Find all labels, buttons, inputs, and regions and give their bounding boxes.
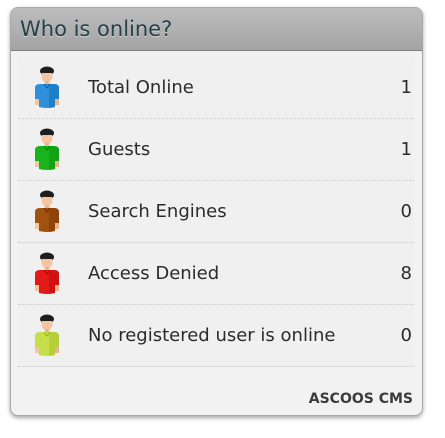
user-blue-icon — [26, 65, 70, 111]
stat-count: 1 — [400, 77, 412, 98]
stat-count: 1 — [400, 139, 412, 160]
stat-row-no-registered-users: No registered user is online 0 — [18, 305, 414, 367]
stat-row-total-online: Total Online 1 — [18, 57, 414, 119]
user-yellow-icon — [26, 313, 70, 359]
stat-label: Search Engines — [88, 201, 227, 222]
stat-count: 8 — [400, 263, 412, 284]
widget-title: Who is online? — [20, 17, 173, 41]
widget-header: Who is online? — [11, 8, 422, 51]
stat-count: 0 — [400, 201, 412, 222]
user-green-icon — [26, 127, 70, 173]
online-stats-list: Total Online 1 Guests 1 Search Engines 0… — [18, 57, 414, 367]
user-red-icon — [26, 251, 70, 297]
stat-label: Access Denied — [88, 263, 220, 284]
who-is-online-widget: Who is online? Total Online 1 Guests 1 S… — [10, 7, 423, 416]
stat-label: No registered user is online — [88, 325, 336, 346]
stat-row-access-denied: Access Denied 8 — [18, 243, 414, 305]
footer-brand: ASCOOS CMS — [308, 391, 413, 407]
stat-row-guests: Guests 1 — [18, 119, 414, 181]
stat-count: 0 — [400, 325, 412, 346]
stat-label: Total Online — [88, 77, 194, 98]
stat-row-search-engines: Search Engines 0 — [18, 181, 414, 243]
stat-label: Guests — [88, 139, 151, 160]
user-brown-icon — [26, 189, 70, 235]
